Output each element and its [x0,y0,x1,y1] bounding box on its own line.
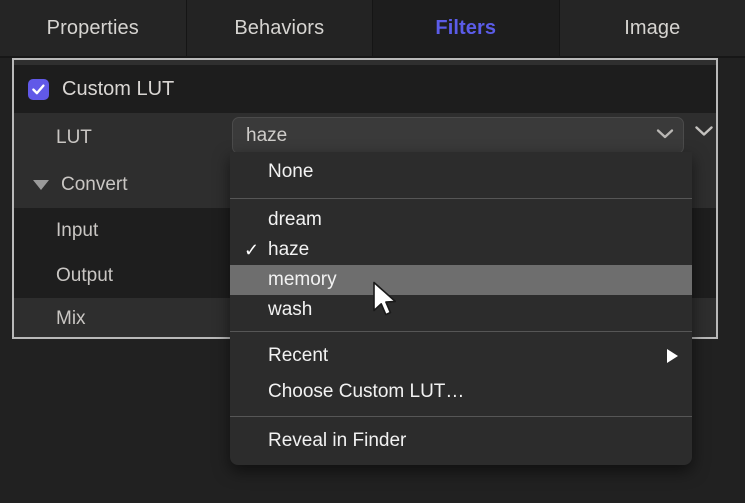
menu-item-wash[interactable]: wash [230,295,692,325]
menu-item-haze[interactable]: ✓ haze [230,235,692,265]
menu-item-label: memory [268,269,678,291]
inspector-tab-bar: Properties Behaviors Filters Image [0,0,745,57]
menu-item-label: Reveal in Finder [268,430,678,452]
lut-label: LUT [56,127,92,149]
tab-properties[interactable]: Properties [0,0,187,57]
menu-group: Reveal in Finder [230,423,692,459]
mix-label: Mix [56,308,86,330]
menu-group: None [230,152,692,192]
lut-menu-chevron-icon[interactable] [693,124,715,143]
lut-popup-menu[interactable]: None dream ✓ haze memory wash [230,152,692,465]
custom-lut-label: Custom LUT [62,78,174,101]
menu-separator [230,416,692,417]
menu-item-label: Recent [268,345,667,367]
input-label: Input [56,220,98,242]
lut-combo-value: haze [246,125,655,147]
tab-image[interactable]: Image [560,0,745,57]
menu-item-memory[interactable]: memory [230,265,692,295]
menu-separator [230,331,692,332]
custom-lut-checkbox[interactable] [28,79,49,100]
checkmark-icon [31,82,46,97]
menu-item-label: haze [268,239,678,261]
menu-item-reveal-in-finder[interactable]: Reveal in Finder [230,423,692,459]
menu-check-slot-haze: ✓ [244,241,268,259]
tab-image-label: Image [624,17,680,40]
chevron-down-icon[interactable] [655,127,675,145]
menu-group: Recent Choose Custom LUT… [230,338,692,410]
tab-behaviors-label: Behaviors [234,17,324,40]
menu-item-dream[interactable]: dream [230,205,692,235]
row-custom-lut: Custom LUT [14,65,716,113]
convert-label: Convert [61,174,128,196]
submenu-arrow-icon [667,349,678,363]
filters-inspector: Properties Behaviors Filters Image Custo… [0,0,745,503]
menu-item-choose-custom-lut[interactable]: Choose Custom LUT… [230,374,692,410]
menu-item-recent[interactable]: Recent [230,338,692,374]
tab-properties-label: Properties [47,17,139,40]
menu-group: dream ✓ haze memory wash [230,205,692,325]
menu-item-label: None [268,161,678,183]
tab-filters-label: Filters [435,17,496,40]
menu-item-none[interactable]: None [230,152,692,192]
menu-separator [230,198,692,199]
menu-item-label: Choose Custom LUT… [268,381,678,403]
menu-item-label: dream [268,209,678,231]
tab-filters[interactable]: Filters [373,0,560,57]
menu-item-label: wash [268,299,678,321]
disclosure-triangle-icon[interactable] [33,180,49,190]
lut-combo-box[interactable]: haze [232,117,684,154]
tab-behaviors[interactable]: Behaviors [187,0,374,57]
output-label: Output [56,265,113,287]
